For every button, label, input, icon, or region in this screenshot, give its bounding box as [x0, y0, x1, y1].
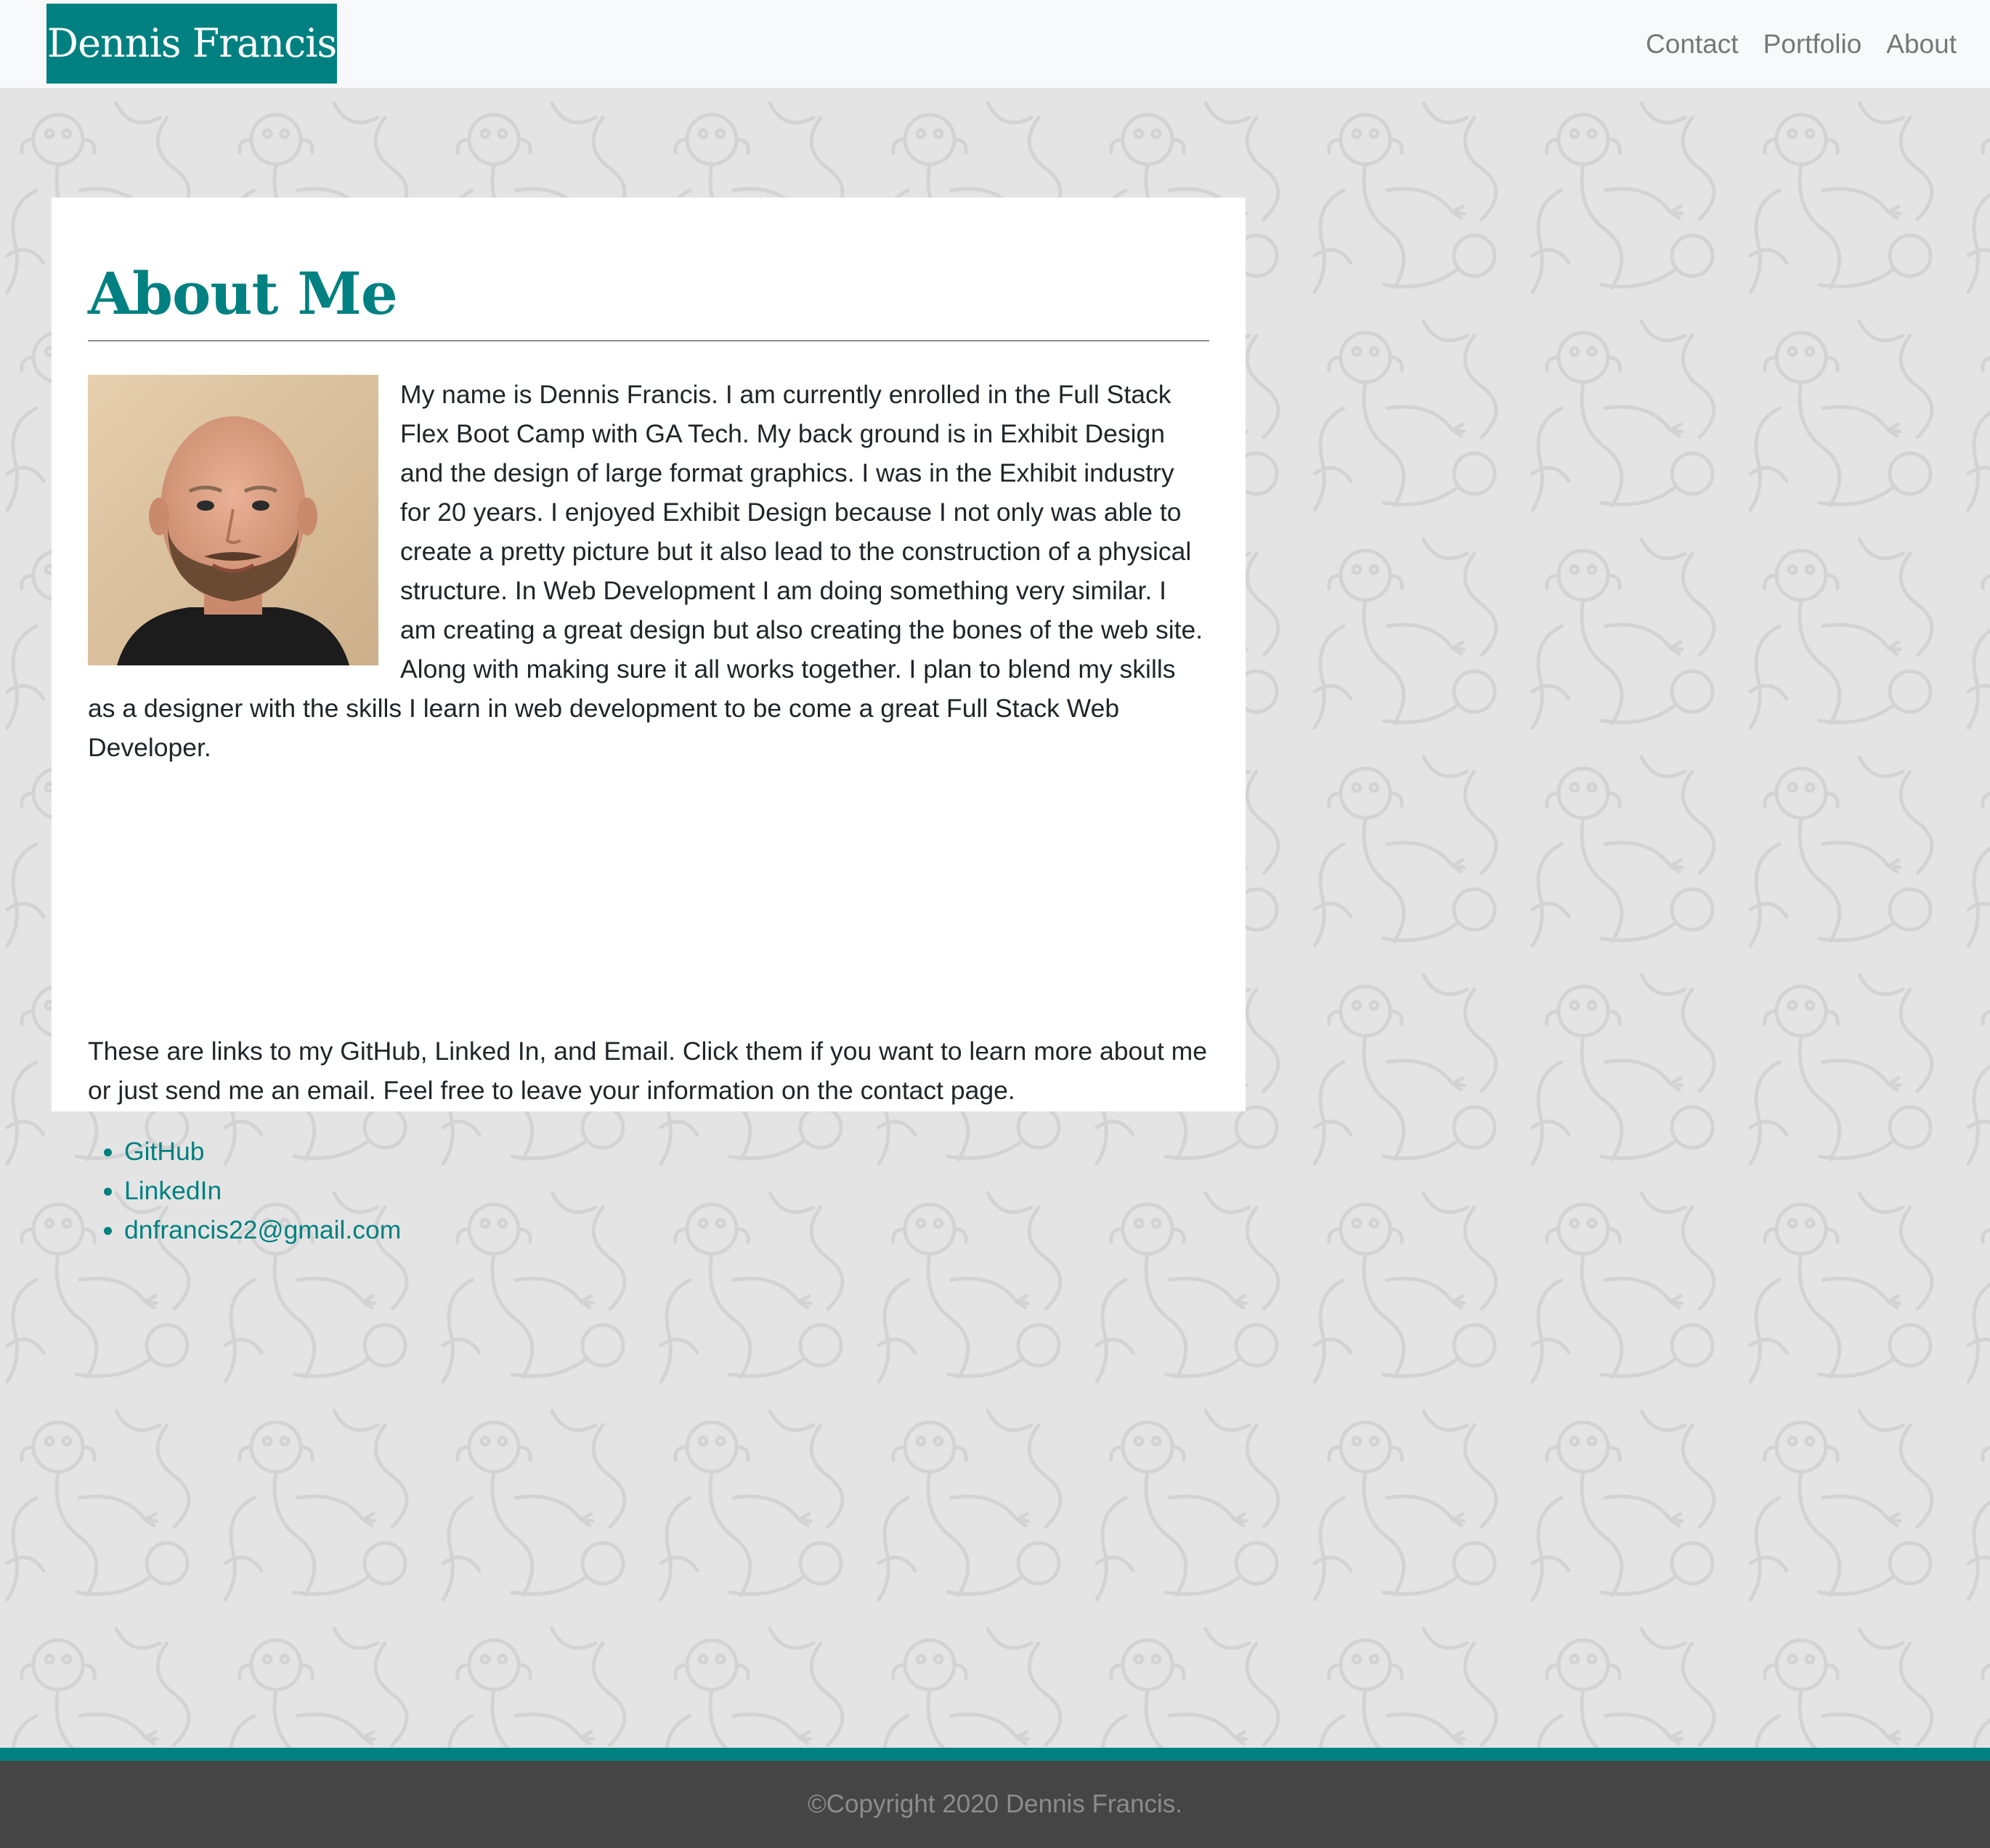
title-divider [88, 340, 1209, 341]
list-item: dnfrancis22@gmail.com [124, 1210, 401, 1249]
social-links-list: GitHub LinkedIn dnfrancis22@gmail.com [88, 1132, 401, 1249]
list-item: GitHub [124, 1132, 401, 1171]
list-item: LinkedIn [124, 1171, 401, 1210]
navbar: Dennis Francis Contact Portfolio About [0, 0, 1990, 89]
email-link[interactable]: dnfrancis22@gmail.com [124, 1215, 401, 1244]
bio-paragraph: My name is Dennis Francis. I am currentl… [88, 375, 1209, 767]
nav-link-portfolio[interactable]: Portfolio [1763, 29, 1862, 60]
footer: ©Copyright 2020 Dennis Francis. [0, 1748, 1990, 1848]
links-intro-text: These are links to my GitHub, Linked In,… [88, 1037, 1207, 1105]
footer-copyright: ©Copyright 2020 Dennis Francis. [807, 1790, 1183, 1818]
portrait-photo [88, 375, 378, 665]
page-title: About Me [88, 259, 398, 328]
github-link[interactable]: GitHub [124, 1137, 205, 1166]
nav-link-contact[interactable]: Contact [1646, 29, 1739, 60]
linkedin-link[interactable]: LinkedIn [124, 1176, 222, 1205]
nav-links: Contact Portfolio About [1646, 0, 1957, 89]
about-card: About Me My name is Dennis Francis. I am… [52, 198, 1246, 1244]
brand-logo[interactable]: Dennis Francis [46, 4, 337, 84]
nav-link-about[interactable]: About [1886, 29, 1957, 60]
